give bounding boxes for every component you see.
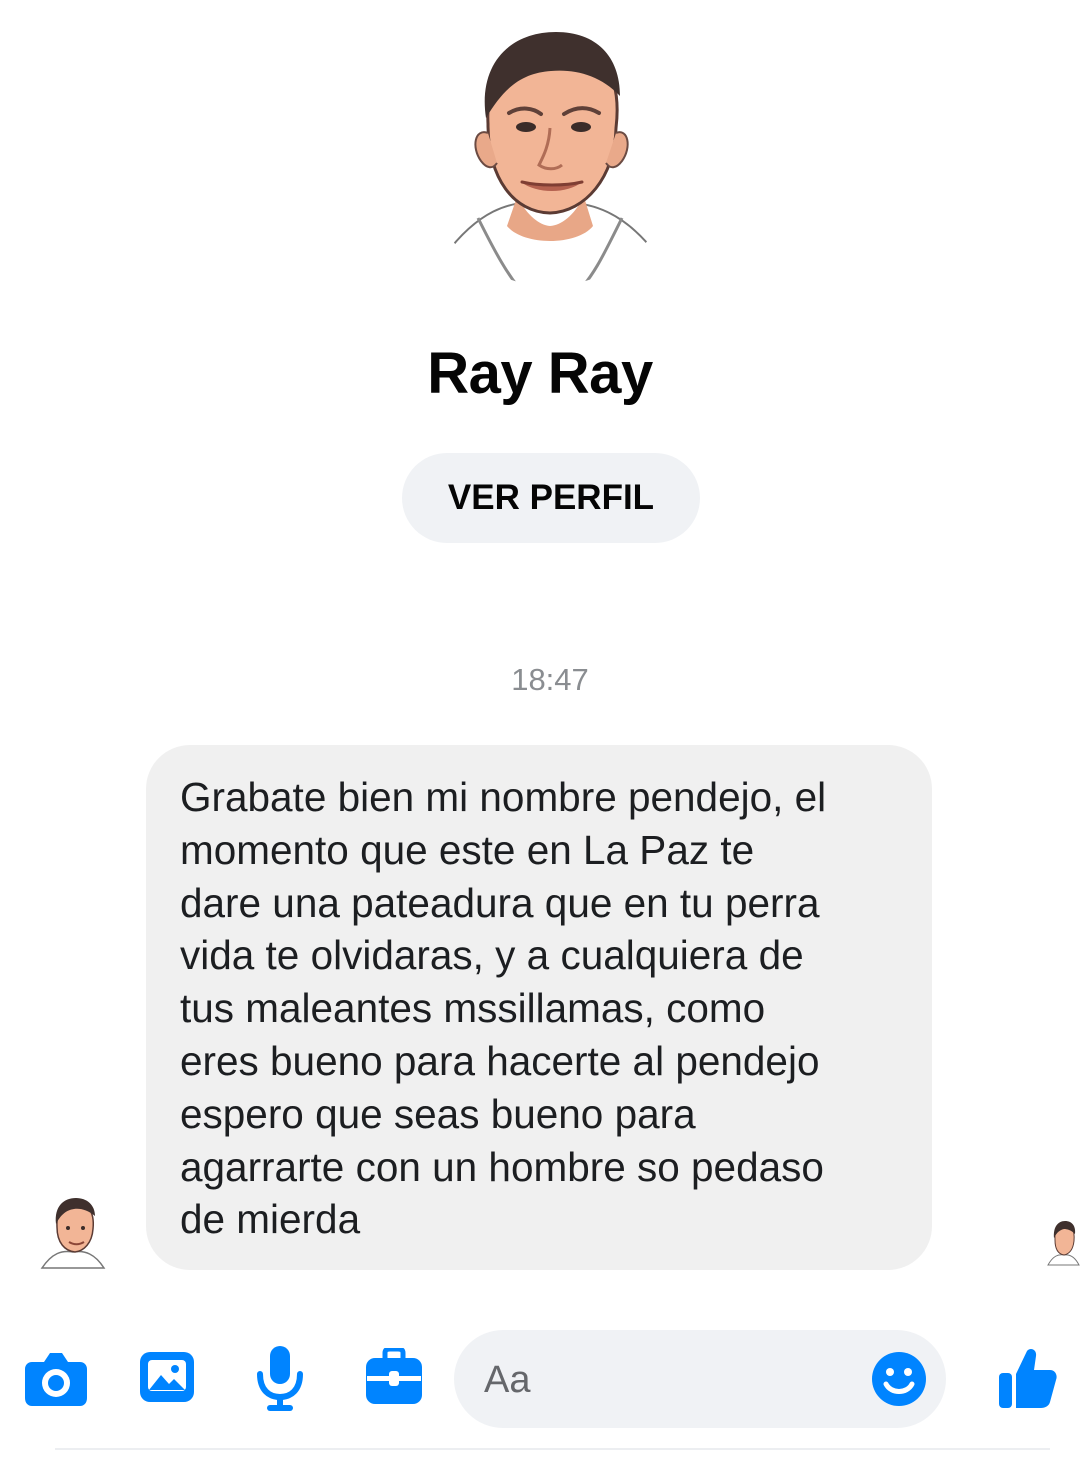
message-input[interactable]: Aa (454, 1330, 946, 1428)
thumbs-up-icon[interactable] (996, 1346, 1058, 1410)
view-profile-button[interactable]: VER PERFIL (402, 453, 700, 543)
message-timestamp: 18:47 (511, 662, 589, 697)
message-bubble[interactable]: Grabate bien mi nombre pendejo, el momen… (146, 745, 932, 1270)
emoji-icon[interactable] (870, 1350, 928, 1408)
toolbox-icon[interactable] (364, 1348, 424, 1406)
seen-receipt-avatar (1047, 1221, 1080, 1266)
profile-avatar[interactable] (430, 22, 670, 292)
profile-name: Ray Ray (427, 341, 653, 406)
bottom-divider (55, 1448, 1050, 1450)
microphone-icon[interactable] (254, 1344, 306, 1412)
gallery-icon[interactable] (136, 1348, 198, 1406)
sender-avatar[interactable] (40, 1196, 106, 1270)
message-input-placeholder: Aa (484, 1359, 531, 1401)
camera-icon[interactable] (24, 1348, 88, 1408)
